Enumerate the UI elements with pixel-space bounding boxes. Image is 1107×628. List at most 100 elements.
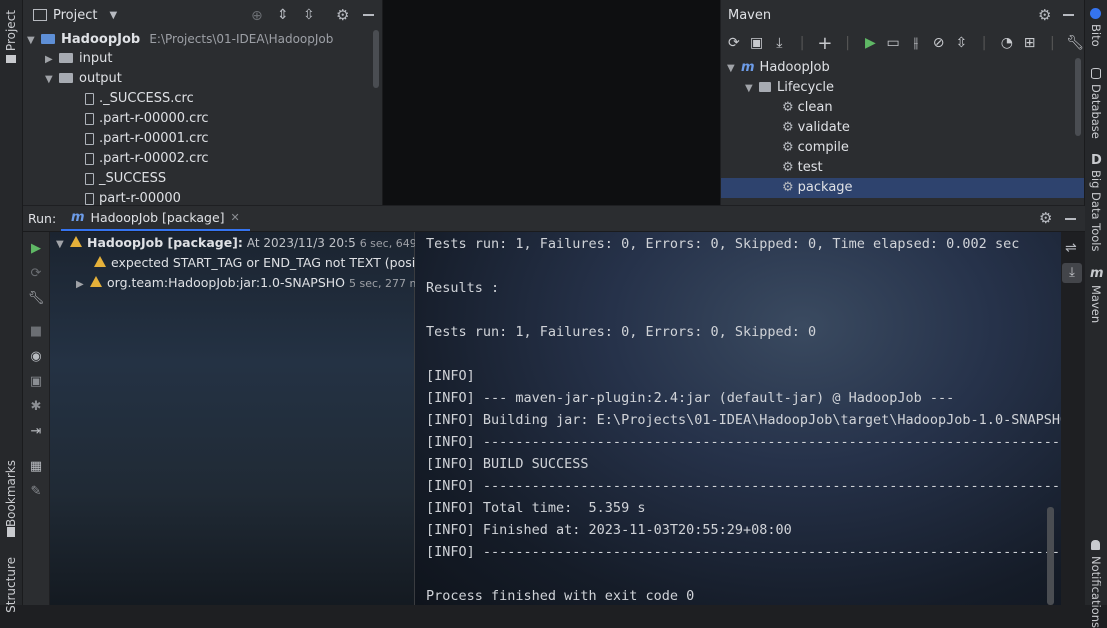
import-icon[interactable]: ⇥	[28, 423, 44, 439]
eye-icon[interactable]: ◉	[28, 348, 44, 364]
bito-tool-button[interactable]: Bito	[1089, 24, 1103, 47]
execute-goal-icon[interactable]: ▭	[883, 32, 903, 54]
console-line: [INFO] Finished at: 2023-11-03T20:55:29+…	[426, 522, 792, 538]
maven-panel-header: Maven	[721, 0, 1085, 30]
project-panel-title[interactable]: Project	[53, 8, 97, 23]
tree-item-label: ._SUCCESS.crc	[99, 91, 194, 106]
expand-all-icon[interactable]: ⇕	[277, 7, 289, 23]
big-data-tool-button[interactable]: Big Data Tools	[1089, 170, 1103, 251]
tree-item-input[interactable]: ▶ input	[45, 49, 112, 69]
camera-icon[interactable]: ▣	[28, 373, 44, 389]
project-icon	[33, 9, 47, 21]
toolbar-separator: |	[845, 35, 850, 51]
gear-icon[interactable]: ⚙	[1039, 209, 1052, 227]
run-tab[interactable]: m HadoopJob [package] ✕	[61, 206, 250, 231]
layout-icon[interactable]: ▦	[28, 458, 44, 474]
project-panel-header: Project ▼	[23, 0, 382, 30]
maven-tool-button[interactable]: Maven	[1089, 285, 1103, 323]
run-tree: ▼ HadoopJob [package]: At 2023/11/3 20:5 …	[50, 232, 437, 605]
warning-icon	[90, 276, 102, 287]
chevron-down-icon[interactable]: ▼	[727, 59, 741, 79]
gear-icon[interactable]: ⚙	[1038, 6, 1051, 24]
run-tree-warning[interactable]: expected START_TAG or END_TAG not TEXT (…	[94, 253, 431, 273]
wrench-icon[interactable]: 🔧︎	[1065, 32, 1085, 54]
stop-icon[interactable]: ■	[28, 323, 44, 339]
folder-sync-icon[interactable]: ▣	[747, 32, 767, 54]
tree-item-label: _SUCCESS	[99, 171, 167, 186]
collapse-all-icon[interactable]: ⇳	[303, 7, 315, 23]
rerun-icon[interactable]: ▶	[28, 240, 44, 256]
project-tool-label: Project	[4, 10, 18, 52]
project-tool-button[interactable]: Project	[4, 10, 18, 51]
run-tree-root[interactable]: ▼ HadoopJob [package]: At 2023/11/3 20:5 …	[56, 233, 437, 253]
maven-scrollbar[interactable]	[1075, 58, 1081, 136]
phase-test[interactable]: ⚙ test	[782, 158, 823, 178]
project-scrollbar[interactable]	[373, 30, 379, 88]
database-tool-button[interactable]: Database	[1089, 84, 1103, 139]
database-tool-label: Database	[1089, 84, 1103, 139]
bookmarks-tool-button[interactable]: Bookmarks	[4, 460, 18, 527]
reload-icon[interactable]: ⟳	[724, 32, 744, 54]
minimize-icon[interactable]	[363, 14, 374, 16]
selection-highlight	[721, 178, 1085, 198]
tree-item-part2-crc[interactable]: .part-r-00002.crc	[85, 149, 209, 169]
structure-tool-button[interactable]: Structure	[4, 557, 18, 613]
phase-label: clean	[797, 100, 833, 115]
notifications-tool-button[interactable]: Notifications	[1089, 556, 1103, 628]
console-line: [INFO]	[426, 368, 475, 384]
collapse-icon[interactable]: ⇳	[952, 32, 972, 54]
tree-item-output[interactable]: ▼ output	[45, 69, 122, 89]
phase-clean[interactable]: ⚙ clean	[782, 98, 833, 118]
gear-icon[interactable]: ⚙	[336, 6, 349, 24]
chevron-down-icon[interactable]: ▼	[745, 79, 759, 99]
warning-icon	[94, 256, 106, 267]
wrench-icon[interactable]: 🔧︎	[28, 290, 45, 306]
console-output[interactable]: Tests run: 1, Failures: 0, Errors: 0, Sk…	[415, 232, 1061, 605]
phase-compile[interactable]: ⚙ compile	[782, 138, 849, 158]
scroll-to-end-icon[interactable]: ⤓	[1062, 263, 1082, 283]
tree-item-part0[interactable]: part-r-00000	[85, 189, 181, 205]
toggle-offline-icon[interactable]: ⫲	[906, 32, 926, 54]
project-root-path: E:\Projects\01-IDEA\HadoopJob	[149, 32, 334, 46]
console-scrollbar[interactable]	[1047, 507, 1054, 605]
chevron-down-icon[interactable]: ▼	[45, 70, 59, 90]
minimize-icon[interactable]	[1063, 14, 1074, 16]
phase-package[interactable]: ⚙ package	[782, 178, 853, 198]
tree-item-part1-crc[interactable]: .part-r-00001.crc	[85, 129, 209, 149]
debug-icon[interactable]: ✱	[28, 398, 44, 414]
maven-project-node[interactable]: ▼ m HadoopJob	[727, 58, 830, 78]
soft-wrap-icon[interactable]: ⇌	[1065, 240, 1077, 256]
add-icon[interactable]: +	[815, 32, 835, 54]
close-icon[interactable]: ✕	[231, 211, 240, 224]
phase-validate[interactable]: ⚙ validate	[782, 118, 850, 138]
minimize-icon[interactable]	[1065, 218, 1076, 220]
chevron-down-icon[interactable]: ▼	[27, 31, 41, 51]
run-tree-child[interactable]: ▶ org.team:HadoopJob:jar:1.0-SNAPSHO 5 se…	[76, 273, 426, 293]
rerun-failed-icon[interactable]: ⟳	[28, 265, 44, 281]
lifecycle-folder-icon	[759, 81, 771, 92]
skip-tests-icon[interactable]: ⊘	[929, 32, 949, 54]
tree-item-label: input	[79, 51, 113, 66]
locate-icon[interactable]: ⊕	[251, 8, 263, 24]
run-icon[interactable]: ▶	[861, 32, 881, 54]
chevron-right-icon[interactable]: ▶	[76, 275, 90, 295]
bito-tool-label: Bito	[1089, 24, 1103, 47]
bell-icon	[1091, 540, 1100, 550]
toolbar-separator: |	[981, 35, 987, 51]
chevron-down-icon[interactable]: ▼	[109, 10, 117, 21]
tree-item-part0-crc[interactable]: .part-r-00000.crc	[85, 109, 209, 129]
pin-icon[interactable]: ✎	[28, 483, 44, 499]
show-dependencies-icon[interactable]: ⊞	[1020, 32, 1040, 54]
tree-item-success-crc[interactable]: ._SUCCESS.crc	[85, 89, 194, 109]
project-root[interactable]: ▼ HadoopJob E:\Projects\01-IDEA\HadoopJob	[27, 29, 333, 49]
folder-icon	[59, 52, 73, 63]
maven-lifecycle-node[interactable]: ▼ Lifecycle	[745, 78, 834, 98]
module-folder-icon	[41, 33, 55, 44]
analyze-icon[interactable]: ◔	[997, 32, 1017, 54]
download-icon[interactable]: ⤓	[770, 32, 790, 54]
file-icon	[85, 92, 94, 105]
chevron-down-icon[interactable]: ▼	[56, 235, 70, 255]
chevron-right-icon[interactable]: ▶	[45, 50, 59, 70]
tree-item-success[interactable]: _SUCCESS	[85, 169, 166, 189]
gear-icon: ⚙	[782, 120, 794, 135]
